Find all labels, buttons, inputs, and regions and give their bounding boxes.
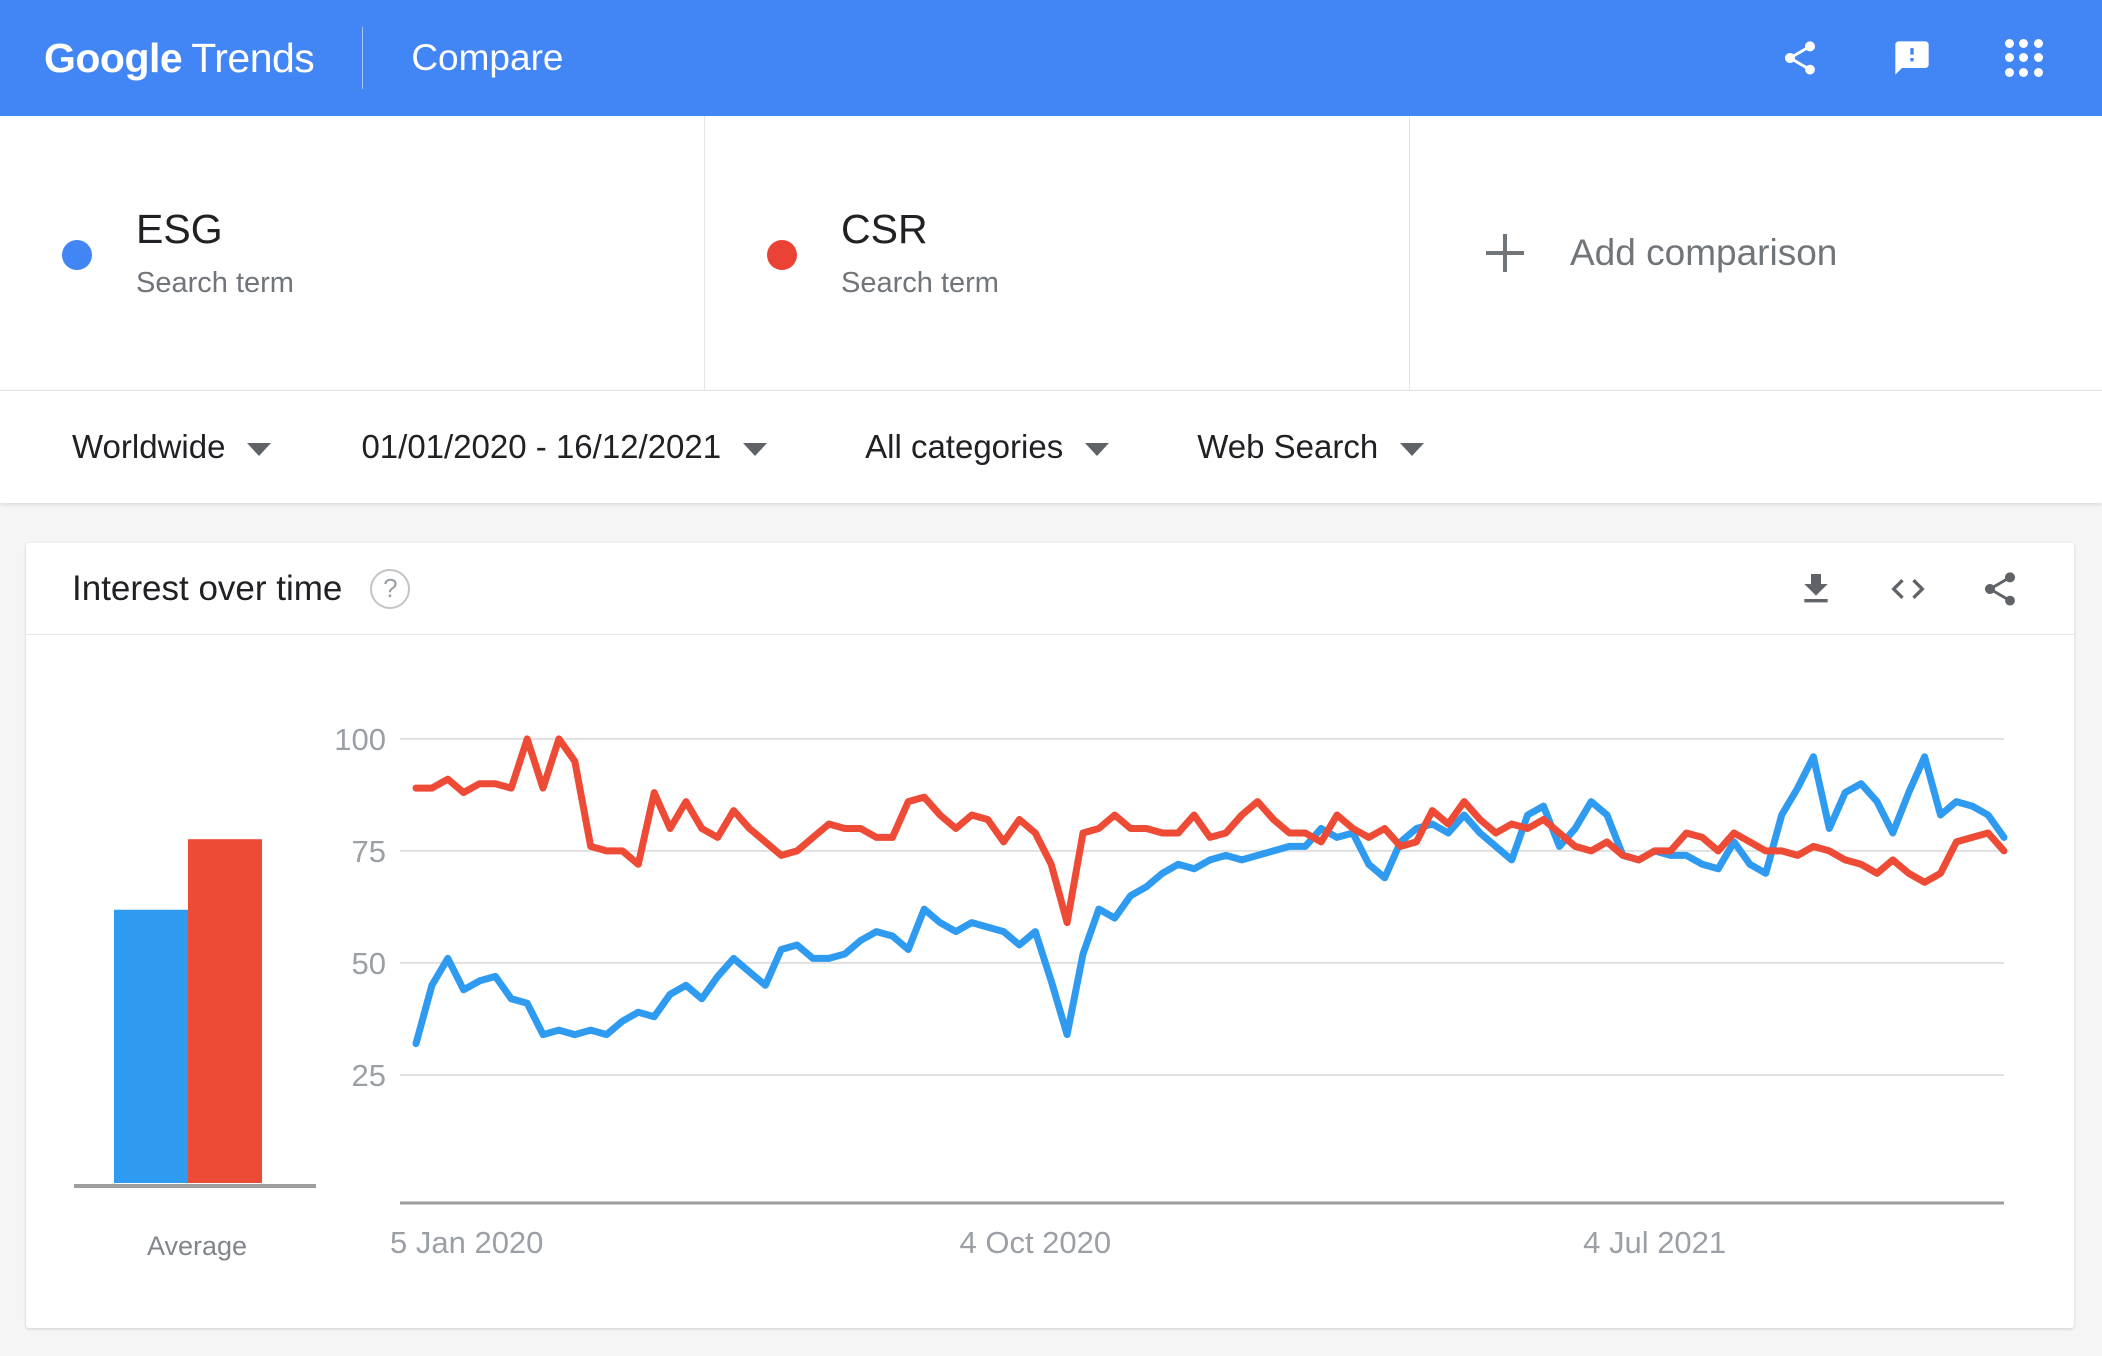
content-area: Interest over time ? Average 100 75 50 2… xyxy=(0,503,2102,1356)
google-trends-logo[interactable]: Google Trends xyxy=(44,34,315,82)
card-actions xyxy=(1790,563,2026,615)
embed-button[interactable] xyxy=(1882,563,1934,615)
average-bar-esg xyxy=(114,909,188,1183)
comparison-term-1[interactable]: CSR Search term xyxy=(705,116,1410,390)
filter-search-type[interactable]: Web Search xyxy=(1197,428,1425,466)
header-divider xyxy=(362,27,364,89)
embed-icon xyxy=(1891,578,1925,599)
help-icon[interactable]: ? xyxy=(370,568,411,609)
term-name-esg: ESG xyxy=(136,206,223,253)
filter-time-range[interactable]: 01/01/2020 - 16/12/2021 xyxy=(361,428,768,466)
card-header: Interest over time ? xyxy=(26,543,2074,635)
average-bar-csr xyxy=(188,839,262,1183)
interest-over-time-chart: 100 75 50 25 5 Jan 2020 4 Oct 2020 4 Jul 2021 xyxy=(328,687,2034,1328)
add-comparison-label: Add comparison xyxy=(1570,232,1838,273)
trend-lines-svg[interactable]: 100 75 50 25 5 Jan 2020 4 Oct 2020 4 Jul 2021 xyxy=(328,687,2028,1307)
term-text-csr: CSR Search term xyxy=(841,205,999,300)
apps-grid-icon xyxy=(2005,39,2043,77)
download-icon xyxy=(1804,573,1828,602)
google-apps-button[interactable] xyxy=(1996,30,2052,86)
app-bar: Google Trends Compare xyxy=(0,0,2102,116)
feedback-icon xyxy=(1895,41,1929,75)
chevron-down-icon xyxy=(1400,443,1425,456)
term-type-esg: Search term xyxy=(136,266,294,299)
average-axis-label: Average xyxy=(146,1231,248,1261)
x-axis-tick-label: 5 Jan 2020 xyxy=(390,1225,543,1260)
filter-category[interactable]: All categories xyxy=(865,428,1110,466)
y-axis-tick-label: 25 xyxy=(352,1058,386,1093)
term-color-dot-csr xyxy=(767,240,797,270)
term-color-dot-esg xyxy=(62,240,92,270)
filter-bar: Worldwide 01/01/2020 - 16/12/2021 All ca… xyxy=(0,391,2102,503)
card-title: Interest over time xyxy=(72,568,343,608)
chart-body: Average 100 75 50 25 5 Jan 2020 4 Oct 2020 4 J… xyxy=(26,635,2074,1328)
feedback-button[interactable] xyxy=(1884,30,1940,86)
chevron-down-icon xyxy=(743,443,768,456)
logo-trends-text: Trends xyxy=(191,34,315,81)
filter-category-label: All categories xyxy=(865,428,1064,465)
average-bars-svg xyxy=(74,839,316,1188)
term-name-csr: CSR xyxy=(841,206,928,253)
filter-location-label: Worldwide xyxy=(72,428,226,465)
comparison-term-0[interactable]: ESG Search term xyxy=(0,116,705,390)
share-button[interactable] xyxy=(1974,563,2026,615)
comparison-row: ESG Search term CSR Search term Add comp… xyxy=(0,116,2102,391)
plus-icon xyxy=(1486,234,1524,272)
logo-google-text: Google xyxy=(44,34,183,81)
share-icon xyxy=(1785,41,1815,75)
x-axis-tick-label: 4 Jul 2021 xyxy=(1583,1225,1726,1260)
filter-location[interactable]: Worldwide xyxy=(72,428,272,466)
add-comparison-button[interactable]: Add comparison xyxy=(1410,116,2102,390)
filter-search-type-label: Web Search xyxy=(1197,428,1379,465)
share-button[interactable] xyxy=(1772,30,1828,86)
chevron-down-icon xyxy=(1085,443,1110,456)
y-axis-tick-label: 75 xyxy=(352,834,386,869)
interest-over-time-card: Interest over time ? Average 100 75 50 2… xyxy=(26,543,2074,1328)
average-bar-chart: Average xyxy=(66,687,328,1328)
y-axis-tick-label: 100 xyxy=(334,722,386,757)
x-axis-tick-label: 4 Oct 2020 xyxy=(959,1225,1111,1260)
y-axis-tick-label: 50 xyxy=(352,946,386,981)
app-bar-actions xyxy=(1772,30,2066,86)
chevron-down-icon xyxy=(247,443,272,456)
share-icon xyxy=(1985,571,2015,606)
page-title: Compare xyxy=(411,37,564,78)
filter-time-range-label: 01/01/2020 - 16/12/2021 xyxy=(361,428,722,465)
term-text-esg: ESG Search term xyxy=(136,205,294,300)
download-button[interactable] xyxy=(1790,563,1842,615)
trend-line-csr xyxy=(412,735,2008,927)
term-type-csr: Search term xyxy=(841,266,999,299)
